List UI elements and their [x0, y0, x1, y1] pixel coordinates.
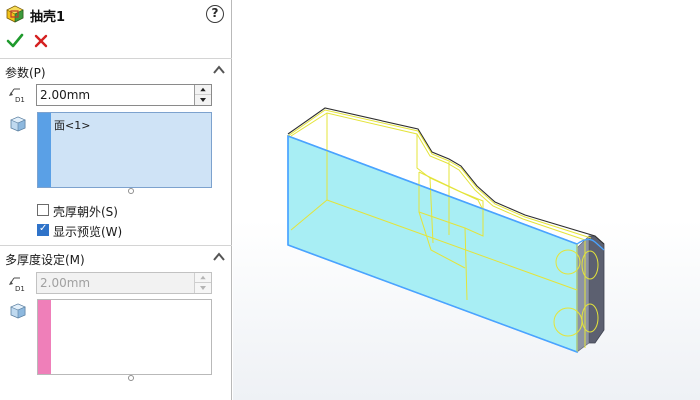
shell-feature-icon — [6, 5, 24, 23]
shell-outward-option[interactable]: 壳厚朝外(S) — [37, 202, 227, 219]
checkmark-icon: ✓ — [39, 223, 48, 234]
shell-preview-model — [287, 107, 605, 354]
chevron-up-icon[interactable] — [212, 250, 226, 264]
multi-thickness-faces-icon — [10, 303, 26, 319]
feature-title-row: 抽壳1 ? — [6, 4, 228, 26]
thickness-value: 2.00mm — [40, 88, 91, 102]
multi-thickness-section-title: 多厚度设定(M) — [5, 253, 85, 267]
checkmark-icon — [6, 33, 24, 48]
spin-up-button[interactable] — [195, 273, 211, 283]
multi-thickness-section-header[interactable]: 多厚度设定(M) — [0, 247, 232, 269]
svg-text:D1: D1 — [15, 96, 25, 104]
list-item[interactable]: 面<1> — [54, 117, 90, 133]
thickness-d1-icon: D1 — [9, 277, 25, 293]
shell-outward-checkbox[interactable] — [37, 204, 49, 216]
divider — [0, 245, 232, 246]
cancel-button[interactable] — [32, 32, 50, 50]
feature-title: 抽壳1 — [30, 10, 66, 25]
thickness-input[interactable]: 2.00mm — [36, 84, 212, 106]
selection-color-stripe — [38, 113, 51, 187]
ok-button[interactable] — [6, 32, 24, 50]
part-end-face-light — [576, 235, 590, 353]
shell-outward-label: 壳厚朝外(S) — [53, 205, 118, 219]
parameters-section-title: 参数(P) — [5, 66, 46, 80]
svg-text:D1: D1 — [15, 285, 25, 293]
spin-down-button[interactable] — [195, 95, 211, 105]
list-resize-handle[interactable] — [128, 375, 134, 381]
thickness-spinner — [194, 85, 211, 105]
multi-thickness-spinner — [194, 273, 211, 293]
x-icon — [34, 34, 48, 48]
property-manager-panel: 抽壳1 ? 参数(P) D1 2.00mm 面<1> 壳厚朝外(S) ✓ 显示预… — [0, 0, 232, 400]
multi-thickness-value: 2.00mm — [40, 276, 91, 290]
show-preview-option[interactable]: ✓ 显示预览(W) — [37, 222, 227, 239]
faces-to-remove-list[interactable]: 面<1> — [37, 112, 212, 188]
help-button[interactable]: ? — [206, 5, 224, 23]
chevron-up-icon[interactable] — [212, 63, 226, 77]
multi-thickness-faces-list[interactable] — [37, 299, 212, 375]
parameters-section-header[interactable]: 参数(P) — [0, 60, 232, 82]
divider — [0, 58, 232, 59]
show-preview-label: 显示预览(W) — [53, 225, 123, 239]
graphics-viewport[interactable] — [233, 0, 700, 400]
spin-up-button[interactable] — [195, 85, 211, 95]
spin-down-button[interactable] — [195, 283, 211, 293]
show-preview-checkbox[interactable]: ✓ — [37, 223, 49, 236]
selection-color-stripe — [38, 300, 51, 374]
selected-face[interactable] — [287, 134, 578, 354]
thickness-d1-icon: D1 — [9, 88, 25, 104]
multi-thickness-input[interactable]: 2.00mm — [36, 272, 212, 294]
faces-to-remove-icon — [10, 116, 26, 132]
list-resize-handle[interactable] — [128, 188, 134, 194]
